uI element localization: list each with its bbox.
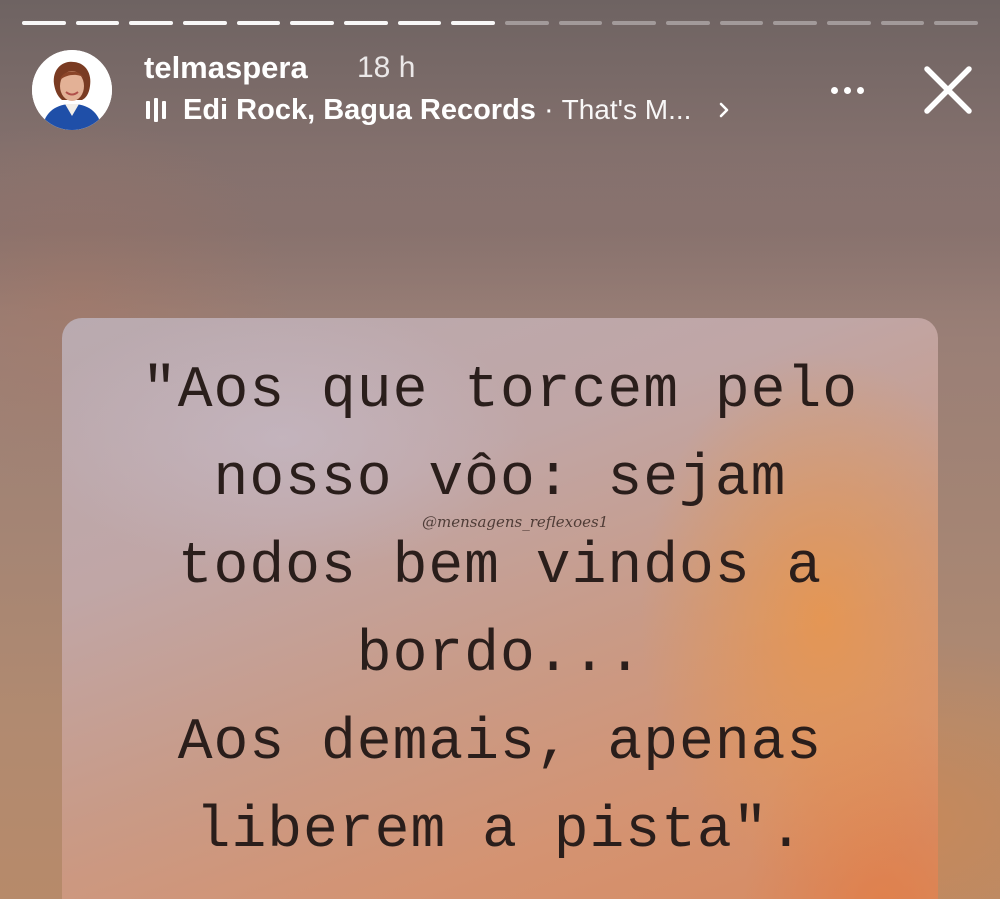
music-song: That's M... [561,94,692,125]
story-header: telmaspera 18 h Edi Rock, Bagua Records … [30,45,980,135]
progress-segment [451,21,496,25]
progress-segment [129,21,174,25]
progress-segment [75,21,120,25]
close-icon [924,66,972,114]
progress-segment [773,21,818,25]
quote-line: todos bem vindos a [177,535,823,600]
music-separator: · [543,93,554,126]
progress-segment [612,21,657,25]
progress-segment [290,21,335,25]
progress-segment [22,21,66,25]
progress-segment [397,21,442,25]
more-options-button[interactable] [825,70,869,110]
progress-segment [183,21,227,25]
story-viewer[interactable]: telmaspera 18 h Edi Rock, Bagua Records … [0,0,1000,899]
progress-segment [344,21,388,25]
post-time: 18 h [357,51,416,84]
more-dots-icon [830,86,838,94]
progress-segment [719,21,764,25]
quote-image: @mensagens_reflexoes1 "Aos que torcem pe… [62,318,938,899]
progress-segment [236,21,281,25]
music-bars-icon [146,96,166,124]
quote-line: bordo... [356,623,644,688]
progress-segment [505,21,549,25]
chevron-right-icon [720,102,729,118]
close-button[interactable] [920,62,976,118]
music-artist: Edi Rock, Bagua Records [183,93,536,126]
music-attribution[interactable]: Edi Rock, Bagua Records · That's M... [146,92,735,128]
quote-line: "Aos que torcem pelo [141,359,859,424]
background [0,150,1000,310]
progress-segment [558,21,603,25]
quote-line: Aos demais, apenas [177,711,823,776]
avatar[interactable] [32,50,112,130]
progress-segment [827,21,871,25]
progress-segment [934,21,979,25]
story-progress-bar [22,21,979,25]
progress-segment [666,21,710,25]
username[interactable]: telmaspera [144,50,308,86]
quote-text: "Aos que torcem pelo nosso vôo: sejam to… [62,348,938,876]
quote-line: nosso vôo: sejam [213,447,787,512]
quote-line: liberem a pista". [195,799,805,864]
progress-segment [880,21,925,25]
